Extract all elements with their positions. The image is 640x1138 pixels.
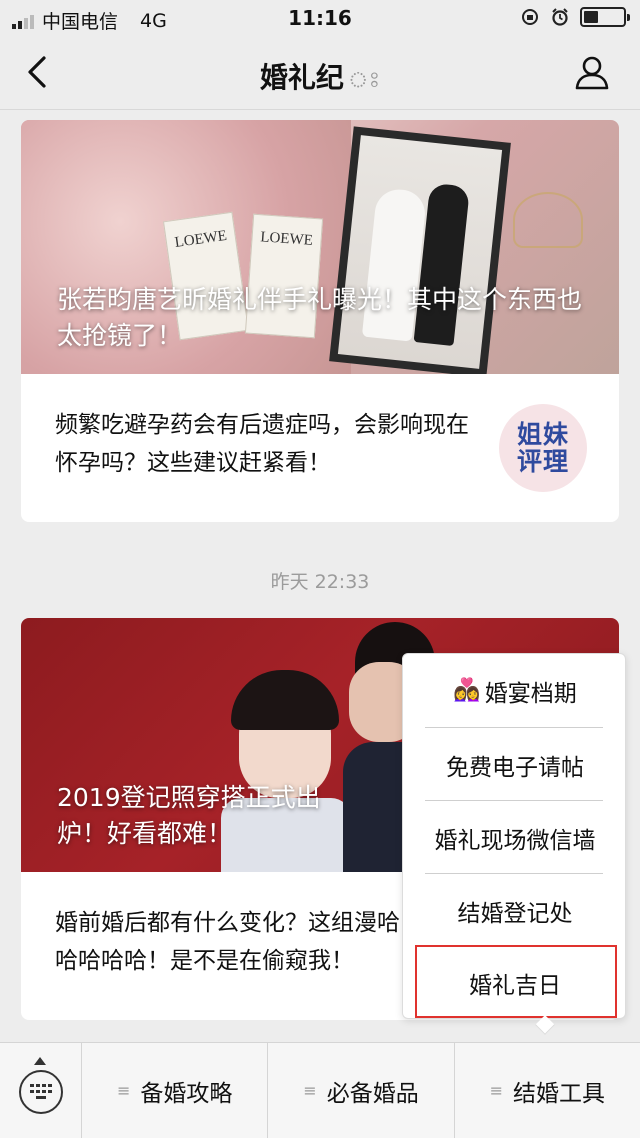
tab-wedding-essentials[interactable]: ≡ 必备婚品 (268, 1043, 455, 1138)
nav-bar: 婚礼纪ঃ (0, 38, 640, 110)
couple-emoji-icon: 👩‍❤️‍👩 (453, 678, 481, 703)
menu-item-label: 免费电子请帖 (446, 754, 584, 781)
user-icon[interactable] (572, 52, 612, 92)
thumbnail-text: 评理 (516, 447, 569, 476)
alarm-icon (552, 8, 568, 26)
article-hero-caption: 张若昀唐艺昕婚礼伴手礼曝光！其中这个东西也太抢镜了！ (57, 285, 583, 350)
menu-item-free-invitation[interactable]: 免费电子请帖 (403, 728, 627, 801)
article-thumbnail: 姐妹 评理 (499, 404, 587, 492)
article-card: LOEWE LOEWE 张若昀唐艺昕婚礼伴手礼曝光！其中这个东西也太抢镜了！ 频… (21, 120, 619, 522)
article-item-title: 婚前婚后都有什么变化？这组漫哈哈哈哈哈！是不是在偷窥我！ (55, 910, 400, 974)
menu-item-registry-office[interactable]: 结婚登记处 (403, 874, 627, 947)
article-item[interactable]: 频繁吃避孕药会有后遗症吗，会影响现在怀孕吗？这些建议赶紧看！ 姐妹 评理 (21, 374, 619, 522)
menu-lines-icon: ≡ (303, 1081, 317, 1100)
perfume-label: LOEWE (173, 227, 228, 251)
tab-label: 备婚攻略 (140, 1080, 233, 1107)
tab-wedding-guide[interactable]: ≡ 备婚攻略 (82, 1043, 269, 1138)
page-title-text: 婚礼纪 (259, 61, 344, 94)
rotation-lock-icon (522, 9, 538, 25)
thumbnail-text: 姐妹 (516, 420, 569, 449)
woman-hair (231, 670, 339, 730)
menu-item-label: 婚宴档期 (484, 680, 577, 707)
menu-item-wechat-wall[interactable]: 婚礼现场微信墙 (403, 801, 627, 874)
tab-label: 结婚工具 (513, 1080, 606, 1107)
caret-up-icon (34, 1057, 46, 1065)
menu-item-label: 婚礼现场微信墙 (434, 827, 596, 854)
article-hero-caption: 2019登记照穿搭正式出炉！好看都难！ (57, 783, 321, 848)
message-timestamp: 昨天 22:33 (270, 571, 370, 593)
article-item-title: 频繁吃避孕药会有后遗症吗，会影响现在怀孕吗？这些建议赶紧看！ (55, 412, 469, 476)
menu-lines-icon: ≡ (116, 1081, 131, 1100)
tab-label: 必备婚品 (326, 1080, 419, 1107)
menu-lines-icon: ≡ (489, 1081, 504, 1100)
article-hero[interactable]: LOEWE LOEWE 张若昀唐艺昕婚礼伴手礼曝光！其中这个东西也太抢镜了！ (21, 120, 619, 374)
keyboard-icon (19, 1070, 63, 1114)
page-title: 婚礼纪ঃ (0, 56, 640, 100)
perfume-label: LOEWE (259, 229, 314, 249)
bottom-menu-bar: ≡ 备婚攻略 ≡ 必备婚品 ≡ 结婚工具 (0, 1042, 640, 1138)
highlight-box (415, 945, 617, 1018)
tab-wedding-tools[interactable]: ≡ 结婚工具 (455, 1043, 640, 1138)
tools-popup-menu: 👩‍❤️‍👩 婚宴档期 免费电子请帖 婚礼现场微信墙 结婚登记处 婚礼吉日 (402, 653, 626, 1019)
menu-item-banquet-schedule[interactable]: 👩‍❤️‍👩 婚宴档期 (403, 654, 627, 727)
battery-icon (580, 7, 630, 27)
menu-item-label: 结婚登记处 (457, 900, 573, 927)
status-bar: 中国电信 4G 11:16 (0, 0, 640, 38)
keyboard-toggle-button[interactable] (0, 1043, 82, 1138)
monogram-logo (513, 192, 583, 248)
ear-icon: ঃ (347, 68, 381, 93)
